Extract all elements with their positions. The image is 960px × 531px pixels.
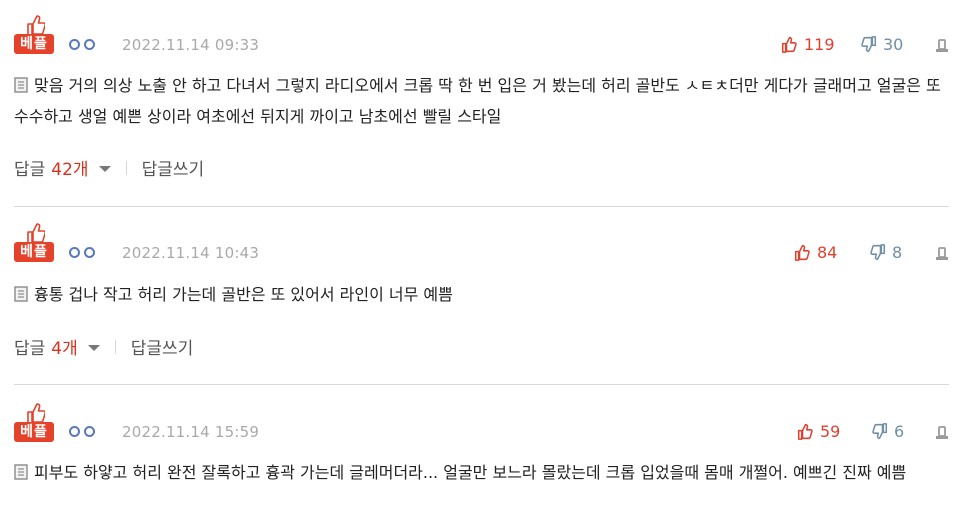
comment-divider [14,384,949,385]
thumbs-up-icon [797,423,813,440]
username-masked[interactable] [69,247,95,258]
comment-body: 흉통 겁나 작고 허리 가는데 골반은 또 있어서 라인이 너무 예쁨 [14,279,944,310]
comment-text: 맞음 거의 의상 노출 안 하고 다녀서 그렇지 라디오에서 크롭 딱 한 번 … [14,76,941,126]
comment-date: 2022.11.14 15:59 [122,423,260,441]
downvote-button[interactable]: 8 [869,243,902,262]
report-icon[interactable] [934,425,950,441]
comment-divider [14,206,949,207]
thumbs-up-icon [27,403,45,424]
upvote-count: 59 [820,422,841,441]
dropdown-caret-icon [98,165,111,172]
reply-count: 4개 [51,339,78,359]
downvote-button[interactable]: 30 [860,35,903,54]
report-icon[interactable] [934,38,950,54]
comment-date: 2022.11.14 10:43 [122,244,260,262]
write-reply-button[interactable]: 답글쓰기 [131,334,194,359]
reply-count: 42개 [51,160,89,180]
write-reply-button[interactable]: 답글쓰기 [142,155,205,180]
reply-toggle[interactable]: 답글 42개 [14,155,111,180]
reply-bar: 답글 42개 답글쓰기 [14,155,204,180]
comment-date: 2022.11.14 09:33 [122,36,260,54]
upvote-button[interactable]: 84 [794,243,837,262]
comment-body: 맞음 거의 의상 노출 안 하고 다녀서 그렇지 라디오에서 크롭 딱 한 번 … [14,70,944,132]
thumbs-down-icon [870,244,886,261]
downvote-count: 6 [894,422,905,441]
best-label: 베플 [14,242,54,262]
reply-label: 답글 [14,339,46,359]
upvote-count: 119 [804,35,835,54]
username-masked[interactable] [69,426,95,437]
comment-text: 흉통 겁나 작고 허리 가는데 골반은 또 있어서 라인이 너무 예쁨 [34,285,453,304]
upvote-button[interactable]: 59 [797,422,840,441]
dropdown-caret-icon [87,344,100,351]
downvote-button[interactable]: 6 [871,422,904,441]
thumbs-up-icon [781,36,797,53]
thumbs-up-icon [27,15,45,36]
best-label: 베플 [14,34,54,54]
downvote-count: 8 [892,243,903,262]
thumbs-up-icon [27,223,45,244]
thumbs-up-icon [794,244,810,261]
downvote-count: 30 [883,35,904,54]
reply-bar: 답글 4개 답글쓰기 [14,334,193,359]
divider [114,339,116,354]
comment-body: 피부도 하얗고 허리 완전 잘록하고 흉곽 가는데 글레머더라... 얼굴만 보… [14,457,944,488]
comment-text: 피부도 하얗고 허리 완전 잘록하고 흉곽 가는데 글레머더라... 얼굴만 보… [34,463,907,482]
username-masked[interactable] [69,39,95,50]
reply-toggle[interactable]: 답글 4개 [14,334,100,359]
upvote-button[interactable]: 119 [781,35,835,54]
thumbs-down-icon [861,36,877,53]
document-icon [14,464,28,480]
report-icon[interactable] [934,246,950,262]
thumbs-down-icon [872,423,888,440]
best-label: 베플 [14,422,54,442]
document-icon [14,77,28,93]
reply-label: 답글 [14,160,46,180]
upvote-count: 84 [817,243,838,262]
document-icon [14,286,28,302]
divider [125,160,127,175]
